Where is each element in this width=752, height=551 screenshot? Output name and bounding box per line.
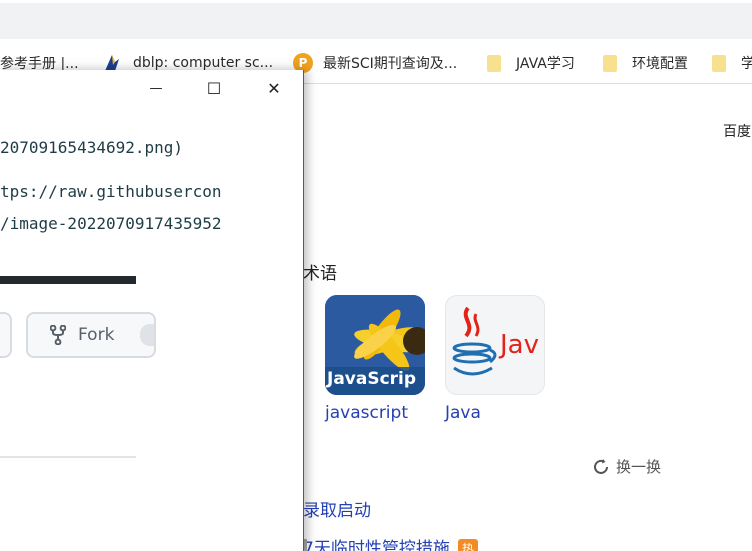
maximize-icon: ☐ <box>206 78 222 98</box>
code-line: tps://raw.githubusercon <box>0 182 222 201</box>
editor-window: — ☐ ✕ 20709165434692.png) tps://raw.gith… <box>0 70 304 551</box>
term-card-java[interactable]: Jav Java <box>445 295 545 423</box>
card-caption[interactable]: Java <box>445 403 545 423</box>
minimize-button[interactable]: — <box>141 75 171 101</box>
link-text[interactable]: 7天临时性管控措施 <box>303 539 450 551</box>
bookmark-label: 环境配置 <box>632 56 688 72</box>
address-bar-area[interactable] <box>0 3 752 39</box>
folder-icon <box>712 54 726 72</box>
browser-tab-strip <box>0 0 752 42</box>
code-line: 20709165434692.png) <box>0 138 184 157</box>
hot-badge: 热 <box>457 539 478 551</box>
card-caption[interactable]: javascript <box>325 403 425 423</box>
thumbnail-text: Jav <box>500 330 539 360</box>
folder-icon <box>603 54 617 72</box>
bookmark-label: dblp: computer sc... <box>133 55 274 71</box>
embedded-github-image: Fork <box>0 276 156 458</box>
star-button[interactable] <box>0 312 12 358</box>
hot-search-link[interactable]: 7天临时性管控措施热 <box>303 534 478 551</box>
maximize-button[interactable]: ☐ <box>199 75 229 101</box>
baidu-header-text[interactable]: 百度 <box>723 121 751 141</box>
bookmark-java-study[interactable]: JAVA学习 <box>487 52 575 74</box>
fork-label: Fork <box>78 325 115 345</box>
link-text[interactable]: 录取启动 <box>303 501 371 521</box>
refresh-button[interactable]: 换一换 <box>592 456 661 477</box>
term-card-javascript[interactable]: JavaScrip javascript <box>325 295 425 423</box>
java-thumbnail[interactable]: Jav <box>445 295 545 395</box>
close-icon: ✕ <box>267 78 281 98</box>
refresh-icon <box>594 458 608 474</box>
hot-search-link[interactable]: 录取启动 <box>303 496 371 521</box>
bookmark-label: 最新SCI期刊查询及... <box>323 56 458 72</box>
close-button[interactable]: ✕ <box>259 75 289 101</box>
fork-count <box>140 324 154 346</box>
bookmark-sci-journal[interactable]: P 最新SCI期刊查询及... <box>293 52 457 74</box>
divider <box>0 456 136 458</box>
javascript-thumbnail[interactable]: JavaScrip <box>325 295 425 395</box>
folder-icon <box>487 54 501 72</box>
section-title: 术语 <box>303 264 337 284</box>
bookmark-label: 学 <box>741 56 752 72</box>
bookmark-label: JAVA学习 <box>516 56 575 72</box>
code-line: /image-2022070917435952 <box>0 214 222 233</box>
bookmark-env-config[interactable]: 环境配置 <box>603 52 688 74</box>
minimize-icon: — <box>149 80 163 96</box>
thumbnail-text: JavaScrip <box>327 369 417 389</box>
github-header-bar <box>0 276 136 284</box>
refresh-label: 换一换 <box>616 458 662 476</box>
fork-icon <box>50 325 66 345</box>
bookmark-study[interactable]: 学 <box>712 52 752 74</box>
fork-button[interactable]: Fork <box>26 312 156 358</box>
